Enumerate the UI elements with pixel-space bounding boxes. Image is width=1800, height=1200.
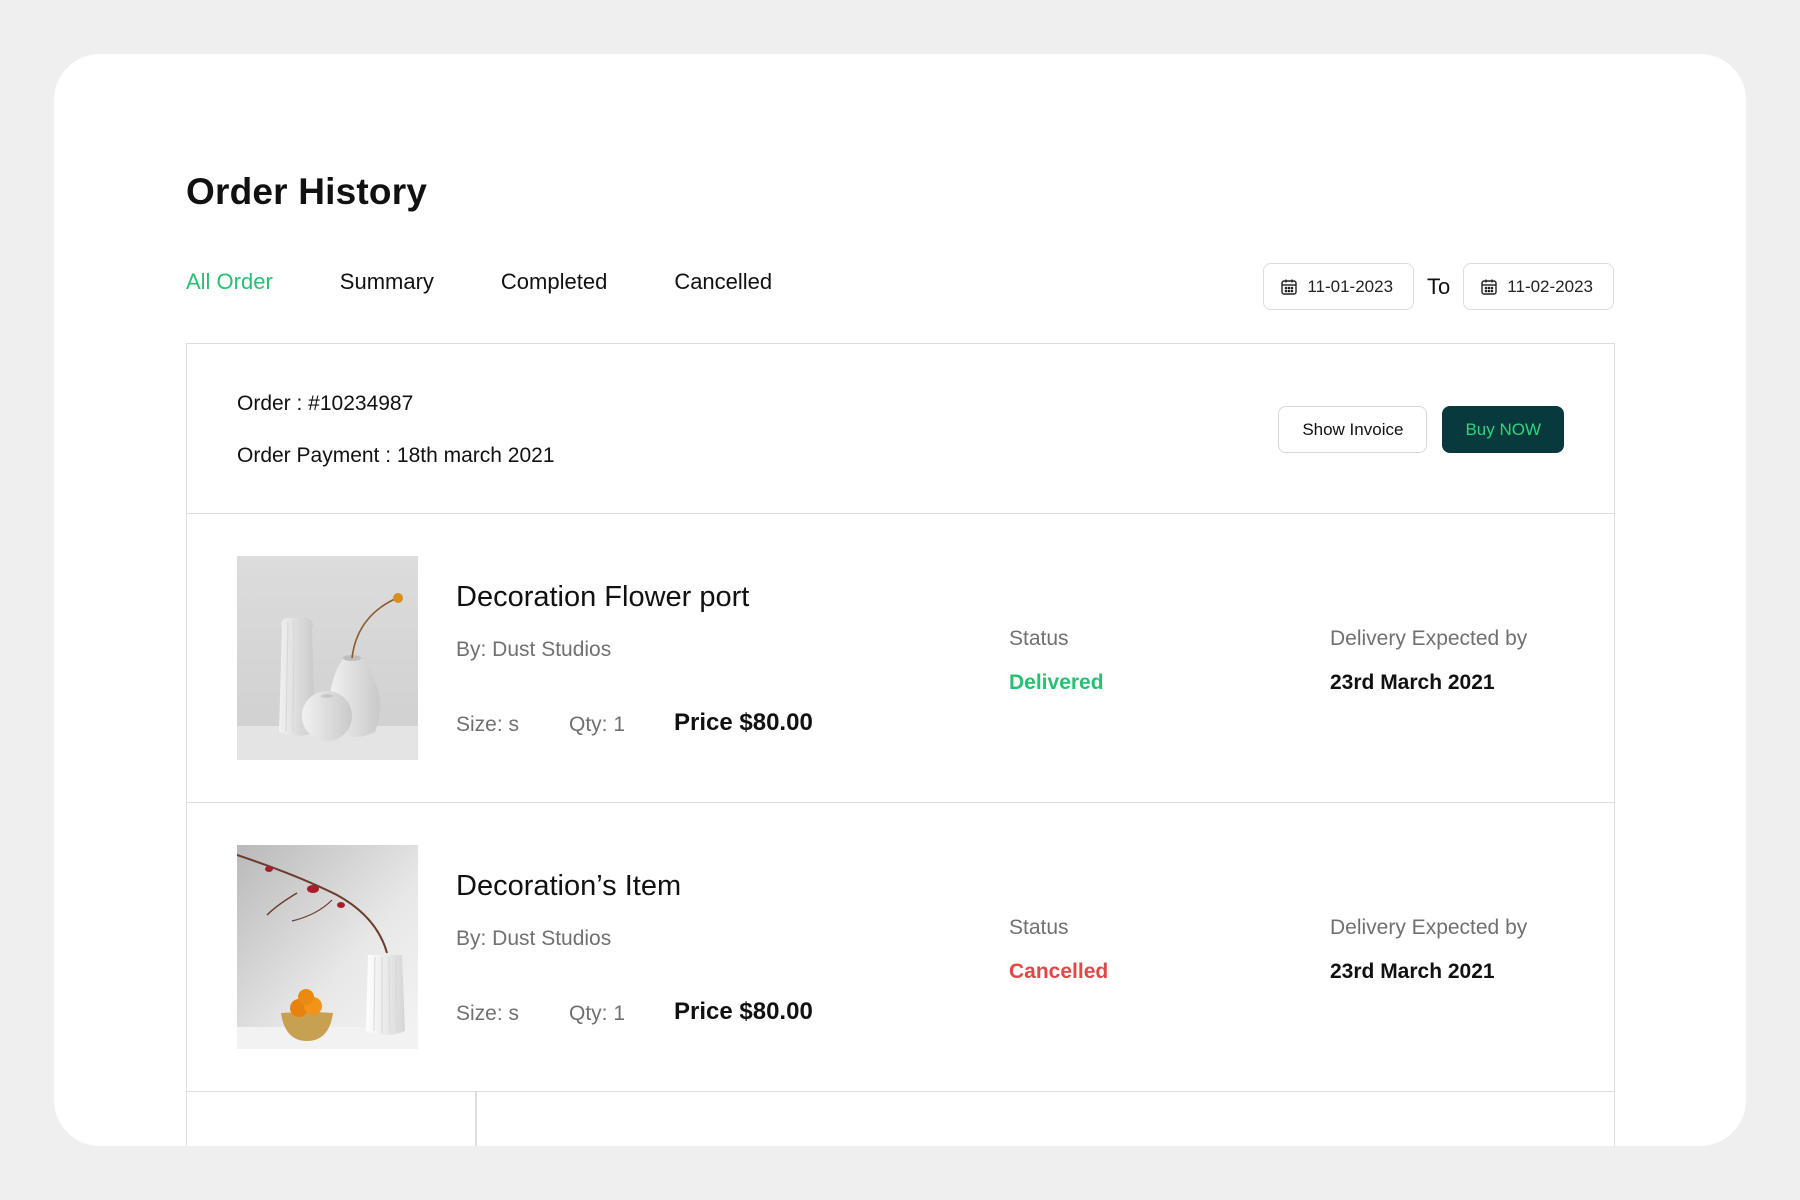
tab-all-order[interactable]: All Order	[186, 271, 273, 293]
status-badge: Delivered	[1009, 671, 1104, 694]
date-to-label: To	[1427, 273, 1451, 299]
date-range-filter: 11-01-2023 To 11-02-2023	[1263, 263, 1614, 310]
order-number: Order : #10234987	[237, 392, 414, 415]
status-label: Status	[1009, 916, 1069, 939]
product-image	[237, 556, 418, 760]
tab-completed[interactable]: Completed	[501, 271, 607, 293]
product-name[interactable]: Decoration Flower port	[456, 581, 749, 614]
order-item-row: Decoration Flower port By: Dust Studios …	[187, 514, 1614, 803]
order-item-row-partial	[187, 1092, 1614, 1146]
product-size: Size: s	[456, 713, 520, 736]
order-header: Order : #10234987 Order Payment : 18th m…	[187, 344, 1614, 514]
product-image	[237, 845, 418, 1049]
product-price: Price $80.00	[674, 998, 813, 1025]
order-payment-date: Order Payment : 18th march 2021	[237, 444, 555, 467]
order-item-row: Decoration’s Item By: Dust Studios Size:…	[187, 803, 1614, 1092]
product-quantity: Qty: 1	[569, 713, 626, 736]
date-to-value: 11-02-2023	[1507, 276, 1593, 296]
product-name[interactable]: Decoration’s Item	[456, 870, 681, 903]
page-title: Order History	[186, 171, 428, 212]
delivery-date: 23rd March 2021	[1330, 671, 1495, 694]
order-list: Order : #10234987 Order Payment : 18th m…	[186, 343, 1615, 1146]
product-seller: By: Dust Studios	[456, 927, 612, 950]
status-badge: Cancelled	[1009, 960, 1109, 983]
date-to-picker[interactable]: 11-02-2023	[1463, 263, 1614, 310]
delivery-label: Delivery Expected by	[1330, 916, 1528, 939]
order-actions: Show Invoice Buy NOW	[1278, 406, 1564, 453]
product-seller: By: Dust Studios	[456, 638, 612, 661]
product-price: Price $80.00	[674, 709, 813, 736]
delivery-date: 23rd March 2021	[1330, 960, 1495, 983]
delivery-label: Delivery Expected by	[1330, 627, 1528, 650]
calendar-icon	[1480, 278, 1498, 296]
date-from-value: 11-01-2023	[1307, 276, 1394, 296]
show-invoice-button[interactable]: Show Invoice	[1278, 406, 1428, 453]
tab-cancelled[interactable]: Cancelled	[674, 271, 772, 293]
calendar-icon	[1280, 278, 1298, 296]
product-quantity: Qty: 1	[569, 1002, 626, 1025]
buy-now-button[interactable]: Buy NOW	[1442, 406, 1564, 453]
tab-summary[interactable]: Summary	[340, 271, 434, 293]
order-tabs: All Order Summary Completed Cancelled	[186, 271, 839, 293]
date-from-picker[interactable]: 11-01-2023	[1263, 263, 1415, 310]
order-history-card: Order History All Order Summary Complete…	[54, 54, 1746, 1146]
status-label: Status	[1009, 627, 1069, 650]
product-size: Size: s	[456, 1002, 520, 1025]
column-divider	[475, 1092, 477, 1146]
